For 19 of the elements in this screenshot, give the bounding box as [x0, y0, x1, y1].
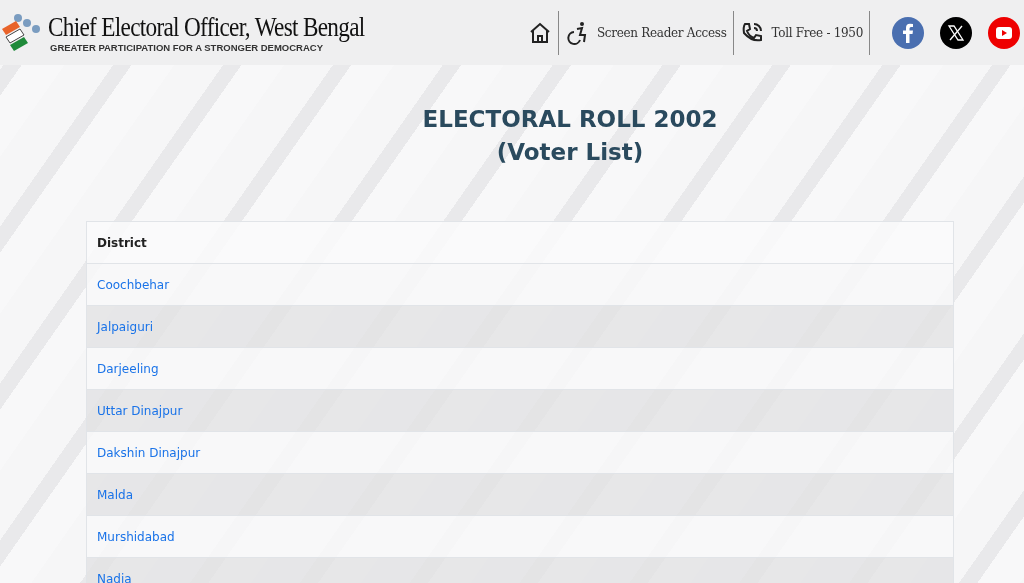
district-link[interactable]: Dakshin Dinajpur — [97, 445, 201, 460]
district-link[interactable]: Coochbehar — [97, 277, 170, 292]
toll-free-link[interactable]: Toll Free - 1950 — [739, 20, 863, 45]
district-link[interactable]: Darjeeling — [97, 361, 159, 376]
page-subheading: (Voter List) — [495, 138, 645, 167]
youtube-icon[interactable] — [988, 16, 1020, 49]
facebook-icon[interactable] — [892, 16, 924, 49]
district-link[interactable]: Uttar Dinajpur — [97, 403, 183, 418]
column-header: District — [86, 221, 954, 264]
wheelchair-icon — [564, 20, 589, 45]
site-tagline: GREATER PARTICIPATION FOR A STRONGER DEMOCRACY — [50, 42, 325, 53]
x-icon[interactable] — [940, 16, 972, 49]
district-link[interactable]: Nadia — [97, 571, 132, 583]
district-link[interactable]: Jalpaiguri — [97, 319, 154, 334]
site-title: Chief Electoral Officer, West Bengal — [48, 12, 365, 42]
screen-reader-link[interactable]: Screen Reader Access — [564, 20, 727, 45]
page-heading: ELECTORAL ROLL 2002 — [422, 105, 718, 134]
district-link[interactable]: Malda — [97, 487, 133, 502]
district-link[interactable]: Murshidabad — [97, 529, 175, 544]
